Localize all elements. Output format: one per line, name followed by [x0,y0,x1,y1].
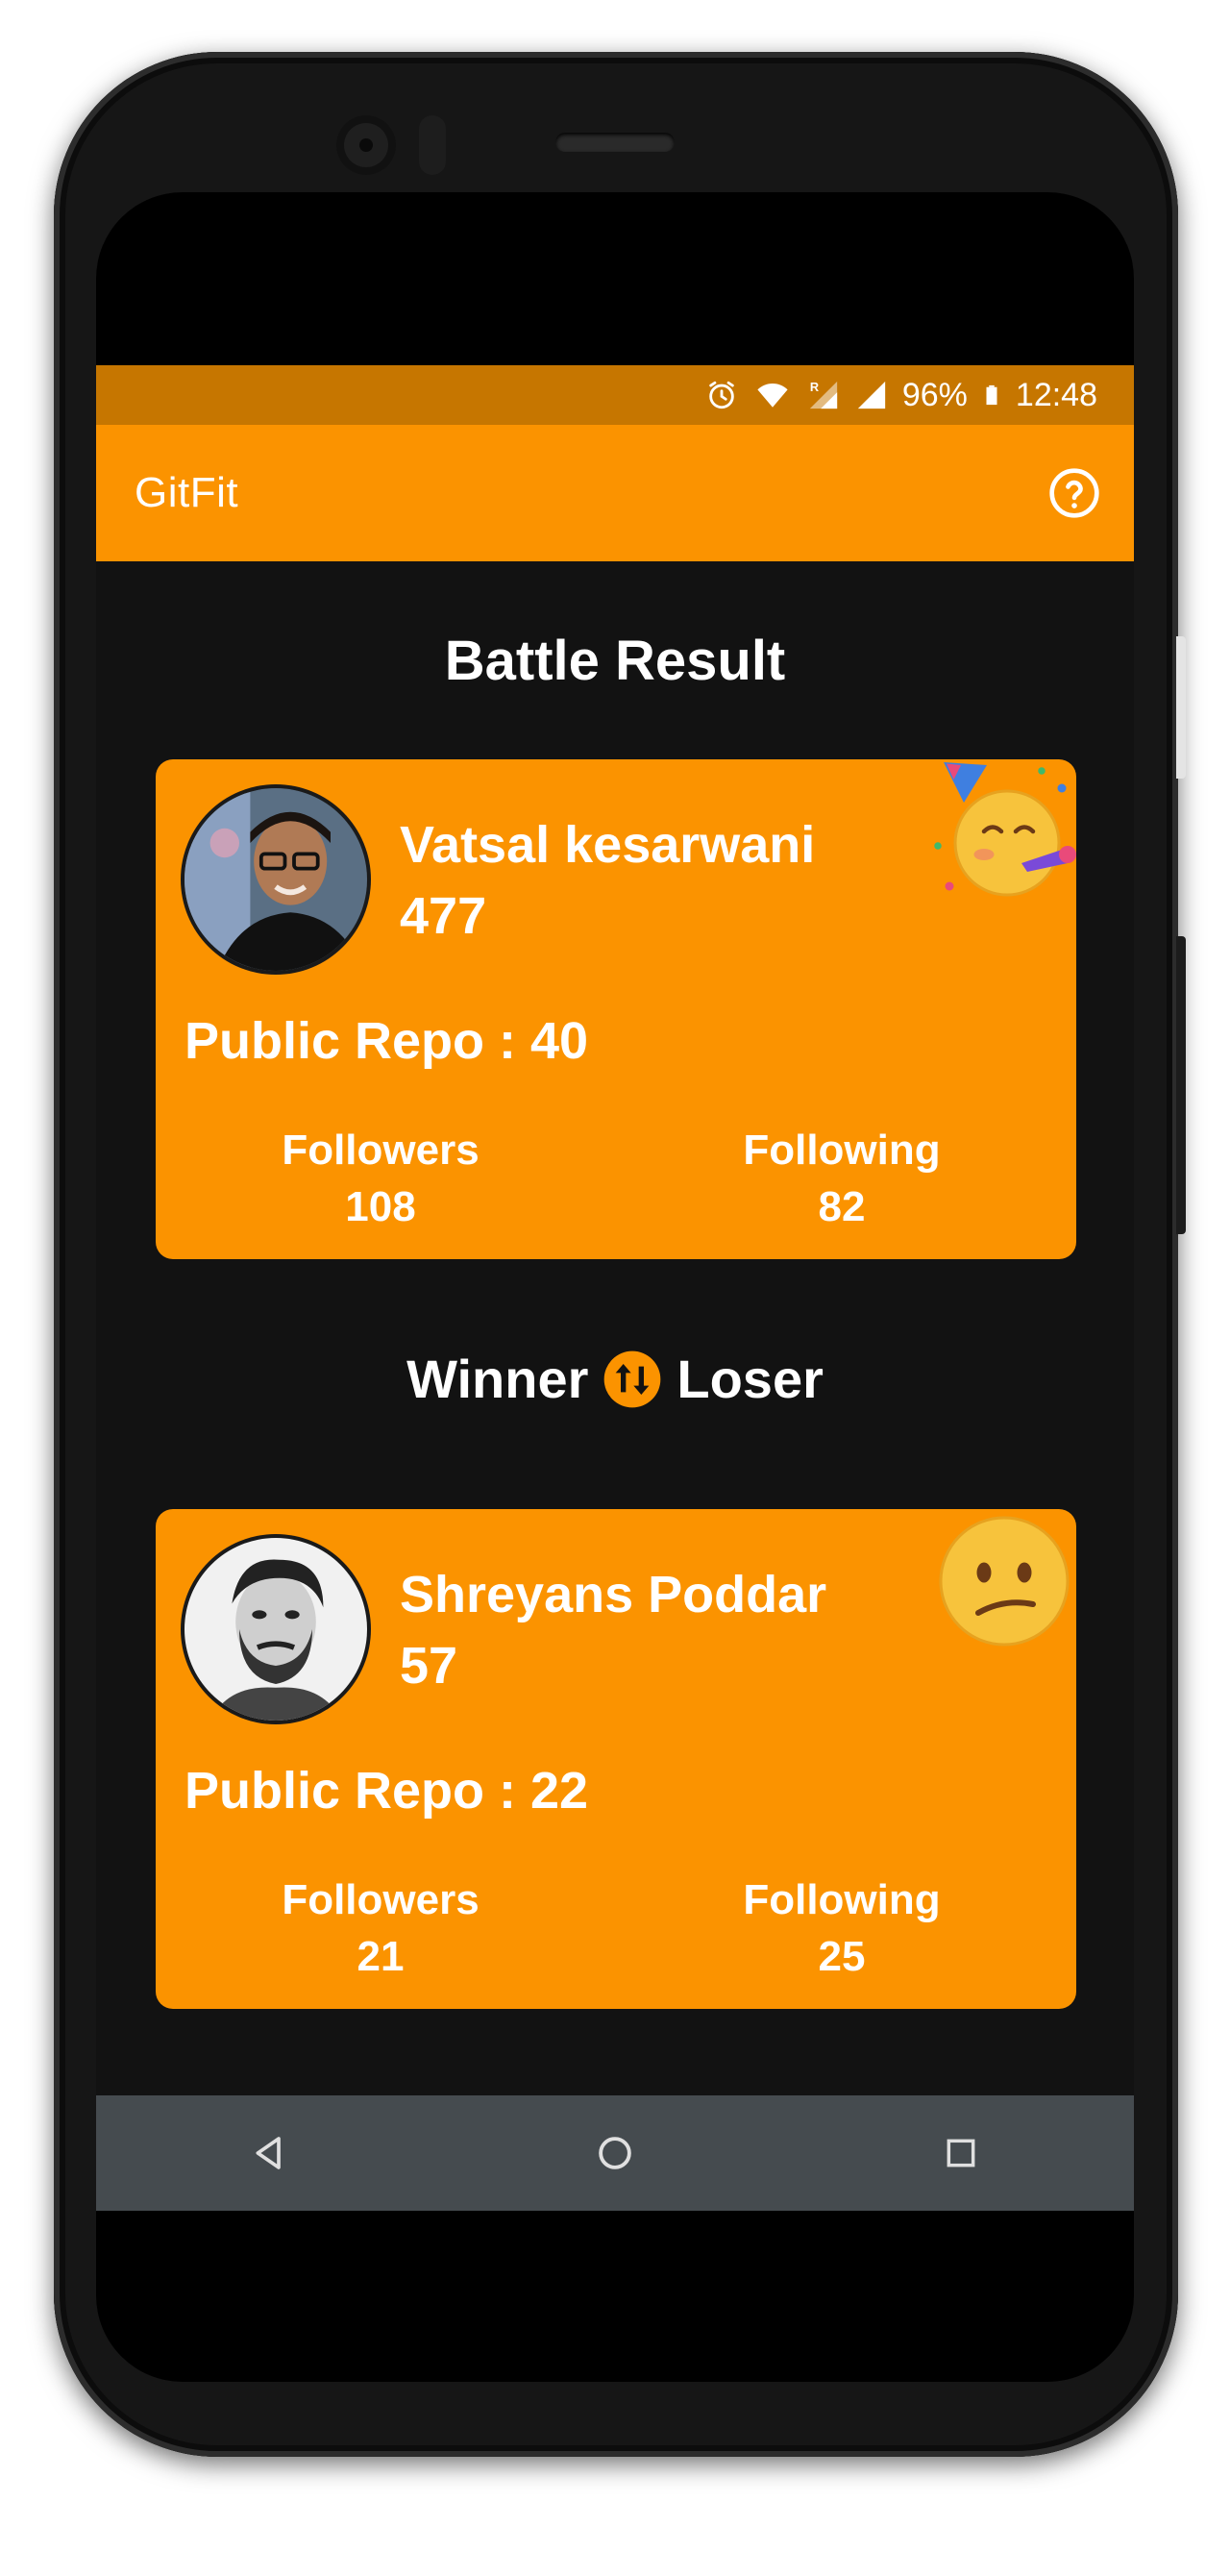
winner-label: Winner [406,1349,589,1409]
loser-name: Shreyans Poddar [400,1566,827,1623]
following-count: 82 [818,1183,866,1230]
status-bar: R 96% 12:48 [96,365,1134,425]
loser-followers: Followers 21 [236,1872,525,1986]
volume-button [1176,636,1186,779]
winner-name: Vatsal kesarwani [400,816,816,874]
back-triangle-icon [256,2137,281,2169]
system-nav-bar [96,2095,1134,2211]
nav-recents-button[interactable] [922,2115,999,2192]
battery-percent: 96% [901,376,968,413]
battery-icon [986,384,997,406]
winner-following: Following 82 [698,1123,986,1236]
page-title: Battle Result [444,630,786,692]
recents-square-icon [947,2139,975,2167]
app-bar: GitFit [96,425,1134,561]
winner-card[interactable]: Vatsal kesarwani 477 Public Repo : 40 Fo… [156,759,1076,1259]
followers-count: 108 [345,1183,416,1230]
followers-count: 21 [357,1933,405,1980]
loser-following: Following 25 [698,1872,986,1986]
clock: 12:48 [1015,376,1097,413]
nav-back-button[interactable] [231,2115,308,2192]
following-label: Following [743,1876,941,1923]
phone-screen: R 96% 12:48 GitFit Battle Result Vatsal … [96,192,1134,2382]
winner-score: 477 [400,887,487,945]
winner-followers: Followers 108 [236,1123,525,1236]
following-count: 25 [818,1933,866,1980]
followers-label: Followers [282,1127,480,1174]
roaming-signal-icon: R [809,380,838,409]
wifi-icon [757,383,788,408]
alarm-icon [709,381,734,409]
app-title: GitFit [135,469,239,516]
avatar [184,1538,367,1721]
earpiece-speaker [555,133,675,152]
loser-label: Loser [676,1349,824,1409]
followers-label: Followers [282,1876,480,1923]
proximity-sensor [419,115,446,175]
loser-public-repo: Public Repo : 22 [184,1762,589,1820]
winner-public-repo: Public Repo : 40 [184,1012,589,1070]
confused-face-emoji [939,1516,1070,1647]
loser-card[interactable]: Shreyans Poddar 57 Public Repo : 22 Foll… [156,1509,1076,2009]
avatar [184,788,367,971]
swap-vertical-icon[interactable] [602,1349,663,1410]
signal-icon [857,381,886,409]
loser-score: 57 [400,1637,458,1695]
help-circle-icon[interactable] [1047,466,1101,520]
partying-face-emoji [934,762,1076,897]
nav-home-button[interactable] [577,2115,653,2192]
battle-result-content: Battle Result Vatsal kesarwani 477 Publi… [96,561,1134,2095]
svg-text:R: R [810,380,819,394]
power-button [1176,936,1186,1234]
home-circle-icon [599,2137,631,2169]
winner-loser-divider: Winner Loser [96,1348,1134,1410]
following-label: Following [743,1127,941,1174]
front-camera [336,115,396,175]
